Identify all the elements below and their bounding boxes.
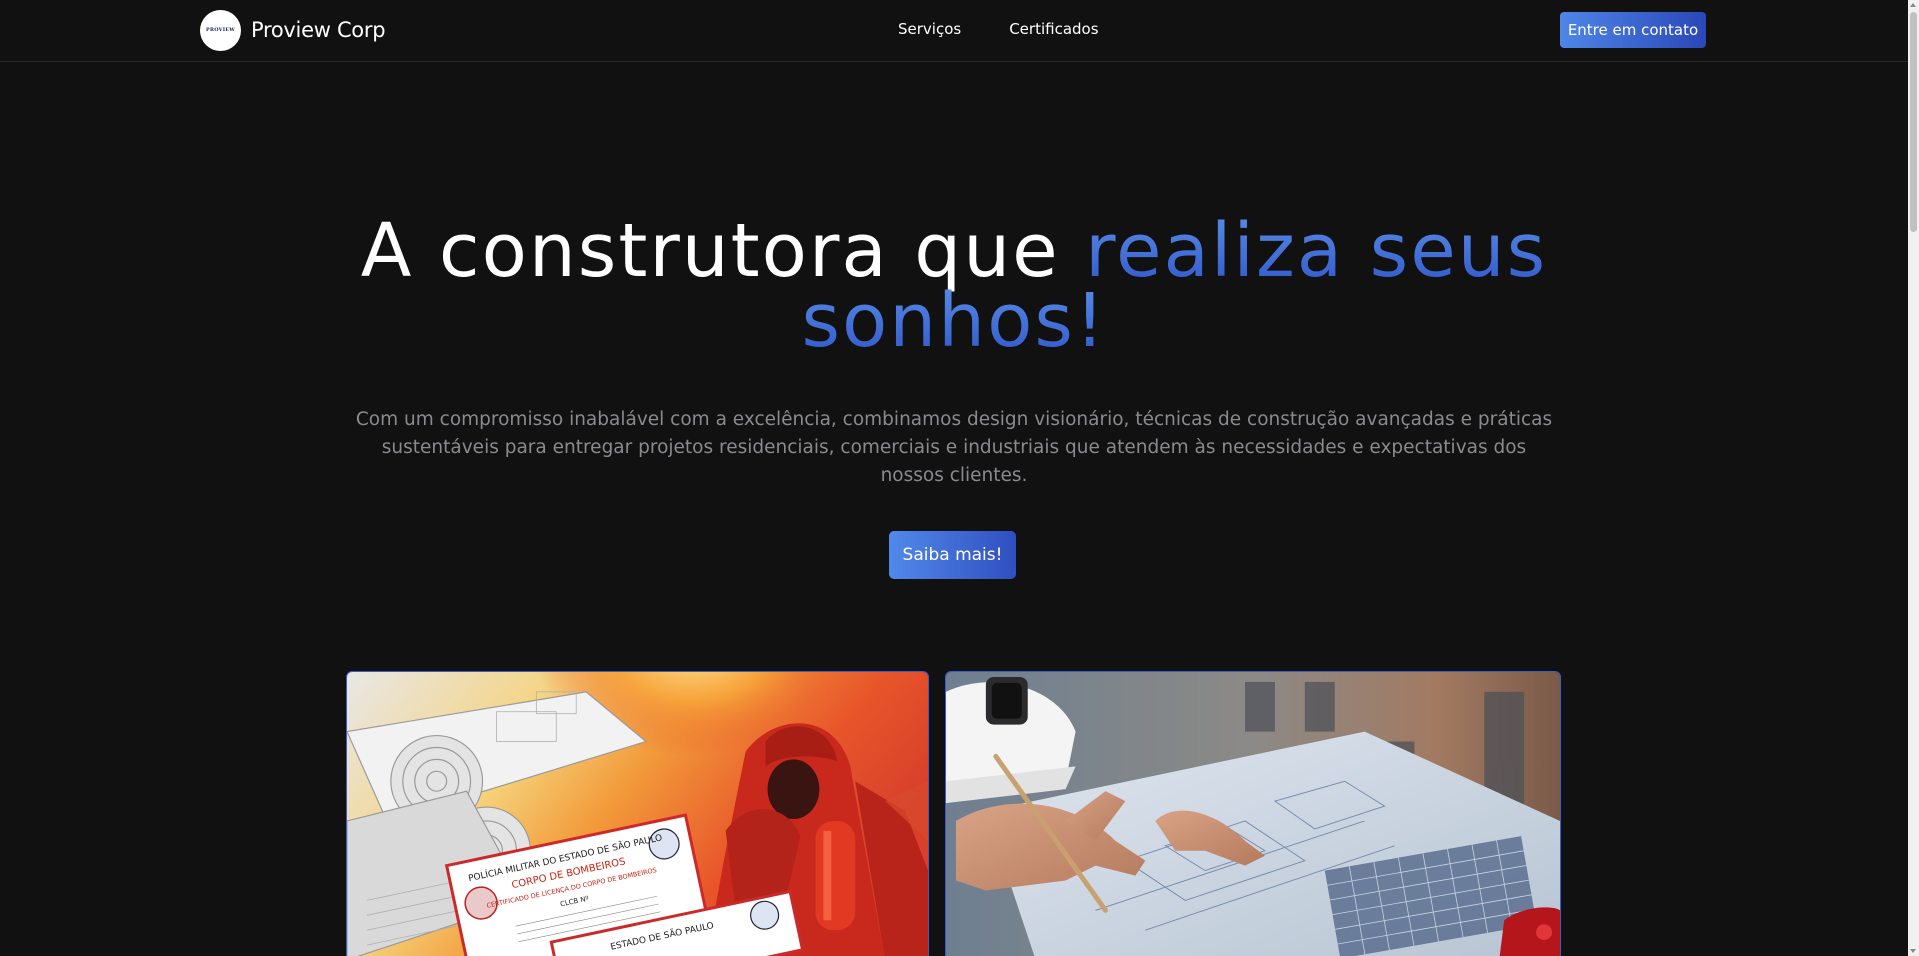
company-logo[interactable]: PROVIEW — [200, 9, 241, 51]
scroll-up-icon[interactable] — [1910, 3, 1916, 7]
contact-button[interactable]: Entre em contato — [1560, 12, 1706, 48]
firefighter-certificate-image: POLÍCIA MILITAR DO ESTADO DE SÃO PAULO C… — [347, 672, 928, 956]
hero-title-accent: realiza seus — [1085, 208, 1548, 294]
hero-title: A construtora que realiza seus sonhos! — [0, 214, 1908, 358]
hero-subtitle: Com um compromisso inabalável com a exce… — [355, 409, 1553, 486]
scroll-down-icon[interactable] — [1910, 949, 1916, 953]
blueprint-planning-image — [946, 672, 1560, 956]
site-header: PROVIEW Proview Corp Serviços Certificad… — [0, 0, 1908, 62]
main-nav: Serviços Certificados — [898, 20, 1099, 38]
nav-link-servicos[interactable]: Serviços — [898, 20, 961, 38]
service-card-planning[interactable] — [945, 671, 1561, 956]
nav-link-certificados[interactable]: Certificados — [1009, 20, 1098, 38]
brand-name[interactable]: Proview Corp — [251, 18, 386, 42]
learn-more-button[interactable]: Saiba mais! — [889, 531, 1016, 579]
logo-text: PROVIEW — [205, 27, 236, 33]
page-scrollbar[interactable] — [1908, 0, 1919, 956]
scroll-thumb[interactable] — [1910, 12, 1917, 232]
service-card-fire-certificate[interactable]: POLÍCIA MILITAR DO ESTADO DE SÃO PAULO C… — [346, 671, 929, 956]
brand[interactable]: PROVIEW Proview Corp — [200, 9, 386, 51]
hero-title-accent-2: sonhos! — [801, 278, 1107, 364]
